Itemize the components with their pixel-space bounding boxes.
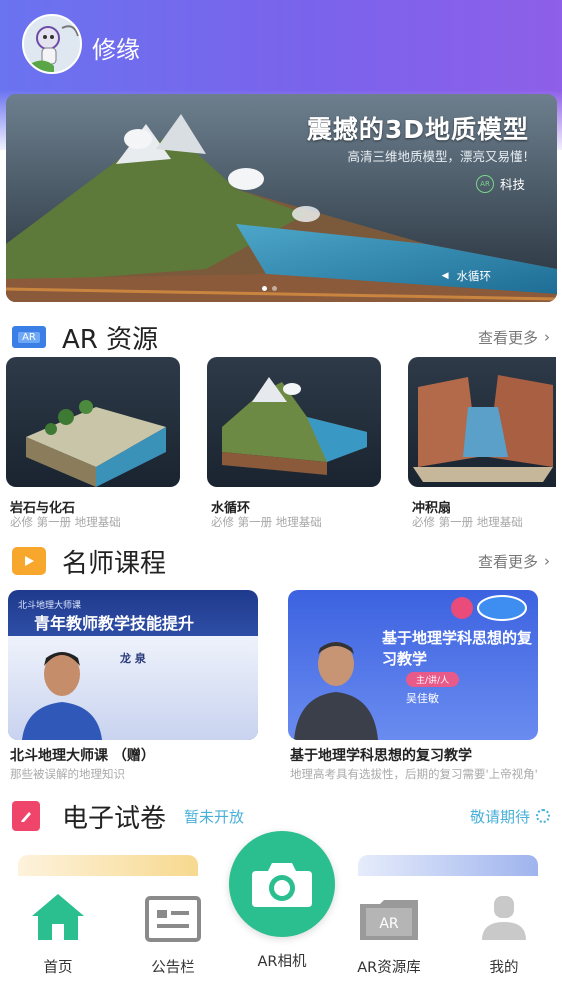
ar-card-subtitle: 必修 第一册 地理基础 xyxy=(412,515,523,529)
tab-home[interactable]: 首页 xyxy=(2,876,114,977)
user-profile-icon xyxy=(482,896,526,940)
water-cycle-model-image xyxy=(222,377,367,475)
ar-card-water-cycle[interactable] xyxy=(207,357,381,487)
tab-ar-library[interactable]: AR AR资源库 xyxy=(333,876,445,977)
course-card-teacher-skills[interactable]: 北斗地理大师课 青年教师教学技能提升 龙 泉 xyxy=(8,590,258,740)
exam-section-header: 电子试卷 暂未开放 敬请期待 xyxy=(12,798,550,834)
banner-subtitle: 高清三维地质模型，漂亮又易懂！ xyxy=(347,149,535,164)
pen-icon xyxy=(21,812,31,822)
bulletin-board-icon xyxy=(145,896,201,942)
ar-section-title: AR 资源 xyxy=(62,324,159,355)
course-section-header: 名师课程 查看更多 › xyxy=(12,543,550,579)
speaker-photo xyxy=(294,642,378,740)
speaker-photo xyxy=(22,652,102,740)
ar-camera-button[interactable] xyxy=(229,831,335,937)
course-subtitle: 那些被误解的地理知识 xyxy=(10,767,125,781)
ar-card-subtitle: 必修 第一册 地理基础 xyxy=(10,515,121,529)
banner-title: 震撼的3D地质模型 xyxy=(306,115,529,144)
banner-caption-label: 水循环 xyxy=(456,269,492,283)
tab-library-label: AR资源库 xyxy=(357,960,421,976)
course-card-review-teaching[interactable]: 基于地理学科思想的复习教学 主/讲/人 吴佳敏 xyxy=(288,590,538,740)
banner-brand-label: 科技 xyxy=(499,177,525,192)
course-title: 基于地理学科思想的复习教学 xyxy=(290,748,472,764)
ar-section-header: AR AR 资源 查看更多 › xyxy=(12,319,550,355)
banner-pagination xyxy=(262,286,277,291)
tv-play-icon xyxy=(12,547,46,575)
banner-carousel[interactable]: 震撼的3D地质模型 高清三维地质模型，漂亮又易懂！ AR 科技 ◀ 水循环 xyxy=(6,94,557,302)
chevron-right-icon: › xyxy=(544,328,550,346)
alluvial-fan-model-image xyxy=(413,375,553,482)
course-section-title: 名师课程 xyxy=(62,548,167,579)
loading-spinner-icon xyxy=(536,809,550,823)
avatar[interactable] xyxy=(22,14,82,74)
camera-icon xyxy=(252,863,312,907)
tab-camera-label: AR相机 xyxy=(257,954,307,970)
pagination-dot[interactable] xyxy=(272,286,277,291)
ar-library-icon-text: AR xyxy=(379,916,399,932)
ar-card-rock[interactable] xyxy=(6,357,180,487)
exam-notice: 暂未开放 xyxy=(184,807,245,826)
rock-fossil-model-image xyxy=(26,400,166,487)
course-banner-headline: 基于地理学科思想的复习教学 xyxy=(382,629,533,668)
ar-logo-icon: AR xyxy=(475,174,494,193)
exam-section-title: 电子试卷 xyxy=(62,803,167,834)
ar-folder-icon: AR xyxy=(12,326,46,348)
tab-mine[interactable]: 我的 xyxy=(448,876,560,977)
ar-view-more-link[interactable]: 查看更多 › xyxy=(478,327,550,348)
globe-logo-icon xyxy=(451,595,527,621)
exam-coming-soon: 敬请期待 xyxy=(470,806,550,827)
tab-mine-label: 我的 xyxy=(489,960,519,976)
course-title: 北斗地理大师课 （赠） xyxy=(10,748,155,764)
course-speaker-name: 龙 泉 xyxy=(120,652,146,665)
course-subtitle: 地理高考具有选拔性，后期的复习需要'上帝视角' xyxy=(290,767,538,781)
tab-notice-label: 公告栏 xyxy=(151,960,195,976)
tab-notice[interactable]: 公告栏 xyxy=(117,876,229,977)
course-speaker-name: 吴佳敏 xyxy=(406,692,439,705)
ar-card-alluvial-fan[interactable] xyxy=(408,357,556,487)
play-triangle-icon xyxy=(25,556,34,566)
home-icon xyxy=(32,894,84,940)
caret-left-icon: ◀ xyxy=(441,271,449,281)
banner-caption: ◀ 水循环 xyxy=(442,268,491,284)
user-name: 修缘 xyxy=(92,36,140,64)
course-banner-headline: 青年教师教学技能提升 xyxy=(34,614,195,633)
banner-brand: AR 科技 xyxy=(475,174,525,193)
speaker-tag-badge: 主/讲/人 xyxy=(406,672,460,687)
pagination-dot[interactable] xyxy=(262,286,267,291)
tab-home-label: 首页 xyxy=(43,960,73,976)
ar-card-subtitle: 必修 第一册 地理基础 xyxy=(211,515,322,529)
course-view-more-link[interactable]: 查看更多 › xyxy=(478,551,550,572)
exam-paper-icon xyxy=(12,801,40,831)
chevron-right-icon: › xyxy=(544,552,550,570)
